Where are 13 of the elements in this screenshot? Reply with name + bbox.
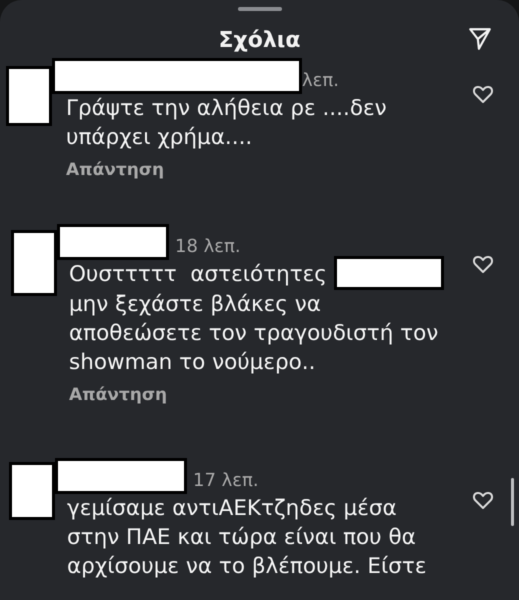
comment-time: 18 λεπ. xyxy=(175,234,241,256)
drag-handle[interactable] xyxy=(238,7,282,11)
sheet-title: Σχόλια xyxy=(218,28,300,52)
comment-text: γεμίσαμε αντιΑΕΚτζηδες μέσα στην ΠΑΕ και τώρα είναι που θα αρχίσουμε να το βλέπουμε. Είστε xyxy=(67,495,428,581)
comment-text: Γράψτε την αλήθεια ρε ....δεν υπάρχει χρήμα.... xyxy=(66,95,388,152)
scrollbar[interactable] xyxy=(511,478,514,526)
comment-time: 17 λεπ. xyxy=(193,468,259,490)
comment-text: Ουστττττ αστειότητες xyxy=(69,261,327,289)
reply-link[interactable]: Απάντηση xyxy=(66,160,164,180)
comment-time: λεπ. xyxy=(302,68,339,90)
send-icon[interactable] xyxy=(467,26,493,52)
comment-text: μην ξεχάστε βλάκες να αποθεώσετε τον τραγουδιστή τον showman το νούμερο.. xyxy=(69,291,440,377)
reply-link[interactable]: Απάντηση xyxy=(69,385,168,405)
